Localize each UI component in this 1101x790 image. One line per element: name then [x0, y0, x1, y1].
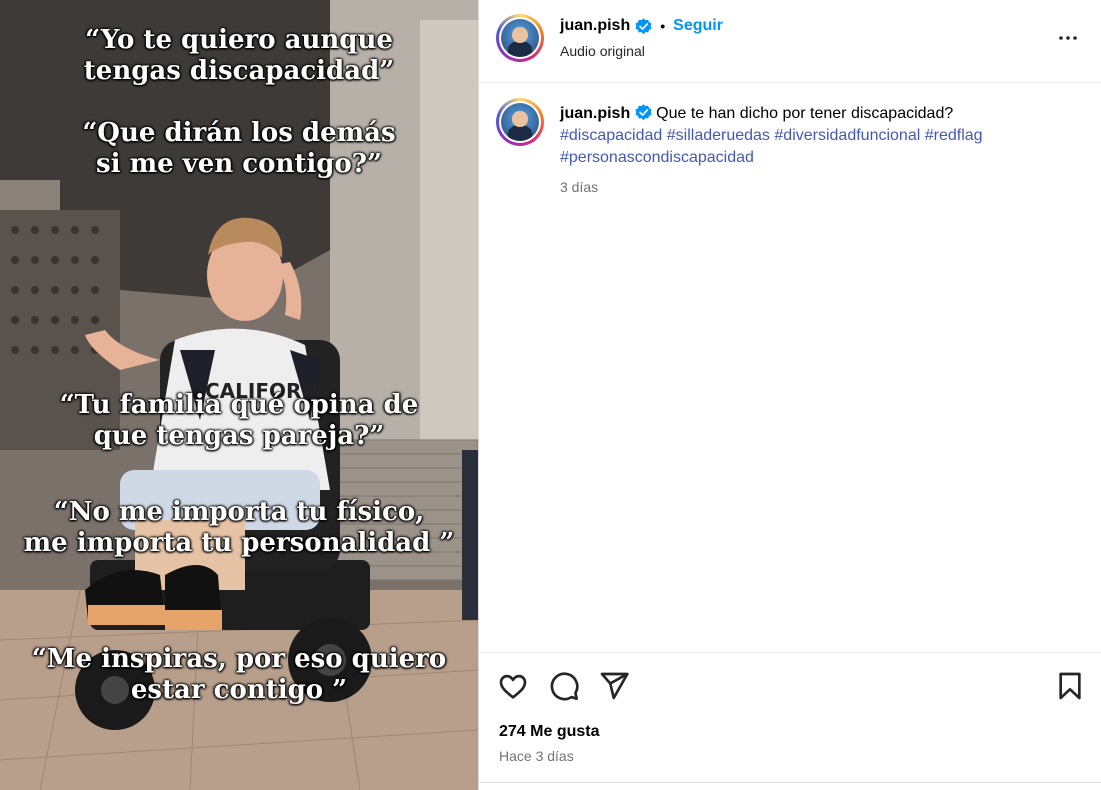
post-caption: juan.pish Que te han dicho por tener dis… — [560, 103, 1080, 169]
caption-text: Que te han dicho por tener discapacidad? — [656, 105, 954, 122]
caption-avatar-image — [501, 103, 539, 141]
comment-icon[interactable] — [548, 670, 580, 702]
caption-timestamp[interactable]: 3 días — [560, 179, 598, 195]
share-icon[interactable] — [598, 670, 630, 702]
avatar[interactable] — [496, 14, 544, 62]
caption-avatar[interactable] — [496, 98, 544, 146]
avatar-image — [501, 19, 539, 57]
hashtag-link[interactable]: #personascondiscapacidad — [560, 149, 754, 166]
post-header: juan.pish • Seguir Audio original — [479, 0, 1101, 83]
audio-original-link[interactable]: Audio original — [560, 43, 645, 59]
post-actions: 274 Me gusta Hace 3 días — [479, 652, 1101, 782]
post-side-panel: juan.pish • Seguir Audio original juan.p… — [478, 0, 1101, 790]
hashtag-link[interactable]: #discapacidad — [560, 127, 662, 144]
more-options-icon[interactable] — [1056, 26, 1080, 50]
overlay-quote-3: “Tu familia qué opina de que tengas pare… — [59, 390, 419, 451]
caption-username[interactable]: juan.pish — [560, 105, 630, 122]
overlay-quote-5: “Me inspiras, por eso quiero estar conti… — [31, 644, 447, 705]
post-media[interactable]: CALIFORNI “Yo te quiero aunque tengas di… — [0, 0, 478, 790]
hashtag-link[interactable]: #redflag — [925, 127, 983, 144]
separator-dot: • — [660, 18, 666, 34]
overlay-quote-2: “Que dirán los demás si me ven contigo?” — [82, 118, 396, 179]
hashtag-link[interactable]: #silladeruedas — [667, 127, 770, 144]
follow-button[interactable]: Seguir — [673, 17, 723, 35]
overlay-quote-4: “No me importa tu físico, me importa tu … — [23, 497, 455, 558]
hashtag-link[interactable]: #diversidadfuncional — [774, 127, 920, 144]
overlay-quote-1: “Yo te quiero aunque tengas discapacidad… — [83, 25, 395, 86]
likes-count[interactable]: 274 Me gusta — [499, 723, 599, 741]
header-username[interactable]: juan.pish — [560, 17, 630, 35]
heart-icon[interactable] — [497, 670, 529, 702]
panel-bottom-divider — [478, 782, 1101, 783]
verified-badge-icon — [635, 104, 652, 121]
post-age: Hace 3 días — [499, 748, 574, 764]
bookmark-icon[interactable] — [1054, 670, 1086, 702]
verified-badge-icon — [635, 17, 652, 34]
